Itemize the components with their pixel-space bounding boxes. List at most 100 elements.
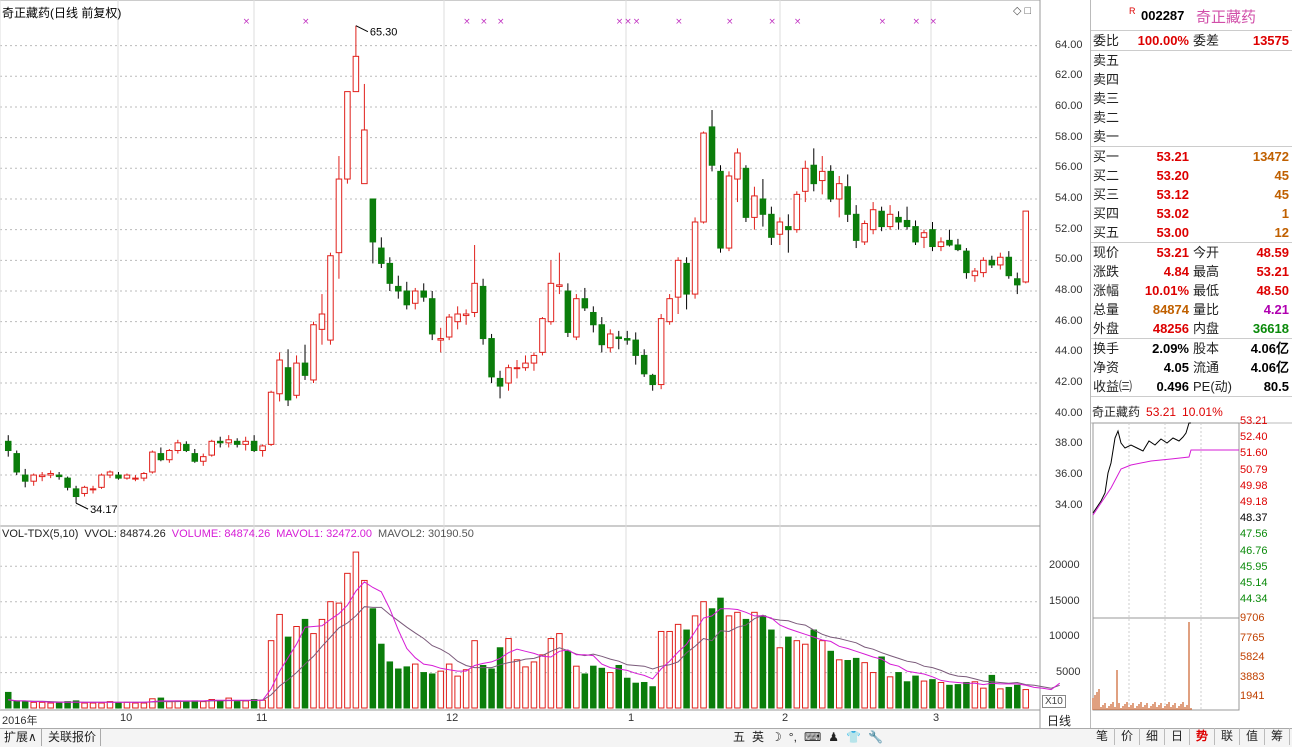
intraday-volume-tick: 1941	[1240, 690, 1265, 702]
weicha-label: 委差	[1193, 33, 1220, 48]
event-marker: ×	[726, 17, 734, 27]
candle-body	[513, 367, 521, 370]
candle-body	[861, 223, 868, 243]
volume-bar	[640, 681, 648, 709]
sell-level-label: 卖三	[1093, 91, 1120, 106]
keyboard-icon[interactable]: ⌨	[804, 730, 821, 744]
volume-bar	[403, 666, 411, 709]
candle-body	[802, 167, 809, 192]
volume-bar	[912, 675, 919, 709]
candle-body	[301, 362, 309, 376]
candle-body	[149, 451, 156, 473]
candle-body	[318, 313, 326, 330]
volume-bar	[547, 638, 555, 709]
price-tick-label: 56.00	[1055, 161, 1083, 174]
right-tab[interactable]: 细	[1140, 728, 1165, 745]
event-marker: ×	[675, 17, 683, 27]
candle-body	[1022, 210, 1030, 283]
right-tabs: 笔价细日势联值筹	[1090, 728, 1292, 746]
event-marker: ×	[616, 17, 624, 27]
buy-level-label: 买二	[1093, 168, 1120, 183]
period-label[interactable]: 日线	[1047, 712, 1071, 729]
candle-body	[259, 445, 266, 452]
candle-body	[623, 338, 631, 341]
ime-toolbar[interactable]: 五英 ☽ °, ⌨ ♟ 👕 🔧	[733, 729, 890, 746]
kline-chart[interactable]: 65.3034.17× × × × × × × × × × × × × × ×	[0, 0, 1090, 728]
vol-indicator-name: VOL-TDX(5,10)	[2, 528, 79, 540]
intraday-volume-tick: 3883	[1240, 670, 1265, 683]
volume-bar	[284, 636, 292, 709]
price-tick-label: 52.00	[1055, 222, 1083, 235]
user-icon[interactable]: ♟	[828, 730, 839, 744]
punct-icon[interactable]: °,	[789, 730, 797, 744]
volume-bar	[157, 697, 165, 709]
moon-icon[interactable]: ☽	[771, 730, 782, 744]
quote-value: 48.50	[1256, 283, 1289, 298]
date-tick-label: 2016年	[2, 715, 38, 727]
candle-body	[361, 129, 368, 185]
buy-price: 53.20	[1156, 168, 1189, 183]
quote-stats: 现价 53.21 今开 48.59 涨跌 4.84 最高 53.21 涨幅 10.01% 最低 48.…	[1091, 243, 1292, 339]
intraday-price-tick: 49.98	[1240, 479, 1268, 492]
buy-price: 53.12	[1156, 187, 1189, 202]
candle-body	[242, 440, 249, 445]
right-tab[interactable]: 值	[1240, 728, 1265, 745]
sell-level-label: 卖四	[1093, 72, 1120, 87]
right-tab[interactable]: 价	[1115, 728, 1140, 745]
volume-bar	[30, 701, 37, 709]
date-tick-label: 10	[120, 712, 133, 724]
price-tick-label: 64.00	[1055, 38, 1083, 51]
event-marker: ×	[302, 17, 310, 27]
candle-body	[751, 195, 758, 218]
right-tab[interactable]: 联	[1215, 728, 1240, 745]
right-tab[interactable]: 势	[1190, 728, 1215, 745]
ime-wubi[interactable]: 五	[733, 730, 745, 744]
candle-body	[157, 453, 165, 461]
ime-lang[interactable]: 英	[752, 730, 764, 744]
right-tab[interactable]: 日	[1165, 728, 1190, 745]
intraday-price-tick: 51.60	[1240, 447, 1268, 460]
candle-body	[89, 488, 97, 491]
volume-bar	[115, 702, 122, 709]
chart-controls[interactable]: ◇ □	[1013, 4, 1031, 17]
sell-book: 卖五 卖四 卖三 卖二 卖一	[1091, 51, 1292, 147]
date-tick-label: 12	[446, 712, 459, 724]
candle-body	[166, 450, 173, 461]
quote-row: 外盘 48256 内盘 36618	[1091, 319, 1292, 338]
quote-value: 4.84	[1163, 264, 1189, 279]
volume-bar	[89, 702, 97, 709]
quote-label: 现价	[1093, 245, 1120, 260]
candle-body	[13, 453, 20, 473]
volume-bar	[776, 647, 784, 709]
wrench-icon[interactable]: 🔧	[868, 730, 883, 744]
volume-bar	[505, 638, 512, 709]
candle-body	[191, 453, 199, 462]
volume-bar	[666, 630, 673, 709]
r-mark: R	[1129, 6, 1136, 16]
volume-bar	[929, 679, 936, 709]
related-quote-tab[interactable]: 关联报价	[44, 729, 102, 746]
fund-value: 0.496	[1156, 379, 1189, 394]
volume-bar	[742, 618, 750, 709]
volume-bar	[878, 656, 885, 709]
volume-bar	[802, 643, 809, 709]
candle-body	[683, 262, 690, 295]
chart-area[interactable]: 65.30 34.17 × × × × × × × × × × × × × × ×	[0, 0, 1090, 728]
volume-bar	[598, 667, 606, 709]
skin-icon[interactable]: 👕	[846, 730, 861, 744]
intraday-avg-line	[1092, 449, 1239, 516]
volume-bar	[471, 640, 478, 709]
right-tab[interactable]: 笔	[1090, 728, 1115, 745]
quote-header: R 002287 奇正藏药	[1091, 0, 1292, 31]
volume-bar	[21, 701, 29, 709]
volume-bar	[556, 633, 563, 709]
weibi-label: 委比	[1093, 33, 1120, 48]
volume-bar	[369, 608, 377, 709]
volume-bar	[895, 672, 902, 709]
expand-tab[interactable]: 扩展∧	[0, 729, 42, 746]
volume-bar	[997, 688, 1004, 709]
right-tab[interactable]: 筹	[1265, 728, 1290, 745]
candle-body	[72, 488, 80, 498]
candle-body	[216, 440, 224, 444]
quote-label: 内盘	[1193, 321, 1220, 336]
